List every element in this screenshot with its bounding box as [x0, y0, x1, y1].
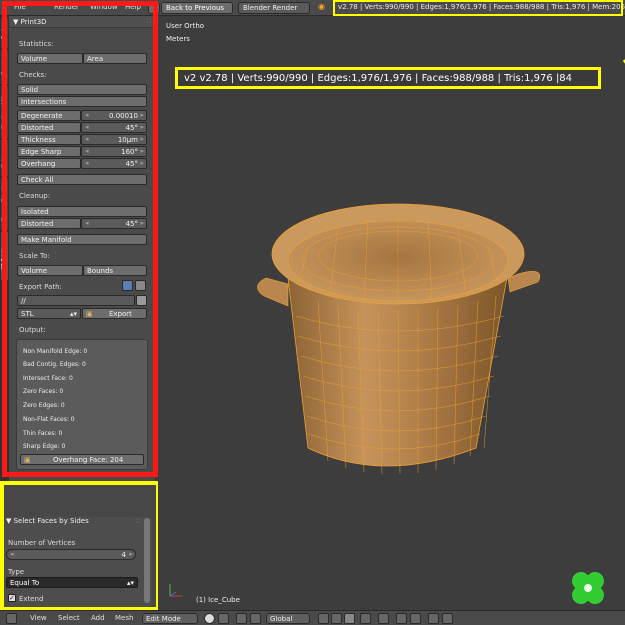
manipulator-icon[interactable]: [236, 613, 247, 624]
editor-type-icon[interactable]: [6, 613, 17, 624]
blender-window: File Render Window Help Back to Previous…: [0, 0, 625, 625]
zoomed-stats-box: v2 v2.78 | Verts:990/990 | Edges:1,976/1…: [175, 67, 601, 89]
snap-icon[interactable]: [396, 613, 407, 624]
stats-highlight-box: [333, 0, 623, 16]
render-engine-select[interactable]: Blender Render: [238, 2, 310, 14]
clover-logo-icon: [572, 572, 604, 604]
menu-add[interactable]: Add: [91, 614, 105, 622]
viewport-shading-icon[interactable]: [204, 613, 215, 624]
3d-view-header: View Select Add Mesh Edit Mode Global: [0, 610, 625, 625]
render-preview-icon[interactable]: [428, 613, 439, 624]
orientation-select[interactable]: Global: [266, 613, 310, 624]
axis-gizmo: [169, 584, 182, 597]
3d-viewport[interactable]: User Ortho Meters (1) Ice_Cube: [158, 16, 625, 610]
translate-icon[interactable]: [250, 613, 261, 624]
pivot-point-icon[interactable]: [218, 613, 229, 624]
vertex-select-icon[interactable]: [318, 613, 329, 624]
face-select-icon[interactable]: [344, 613, 355, 624]
callout-arrow-icon: [622, 59, 625, 64]
menu-mesh[interactable]: Mesh: [115, 614, 133, 622]
snap-element-icon[interactable]: [410, 613, 421, 624]
blender-logo-icon: ◉: [318, 2, 325, 11]
opengl-render-icon[interactable]: [442, 613, 453, 624]
operator-highlight-box: [0, 481, 160, 611]
menu-select[interactable]: Select: [58, 614, 80, 622]
back-to-previous-button[interactable]: Back to Previous: [161, 2, 233, 14]
proportional-edit-icon[interactable]: [378, 613, 389, 624]
print3d-highlight-box: [2, 1, 158, 477]
ice-bucket-mesh[interactable]: [257, 203, 541, 475]
menu-view[interactable]: View: [30, 614, 47, 622]
edge-select-icon[interactable]: [331, 613, 342, 624]
occlude-geometry-icon[interactable]: [360, 613, 371, 624]
mesh-canvas: [169, 203, 541, 597]
mode-select[interactable]: Edit Mode: [142, 613, 198, 624]
